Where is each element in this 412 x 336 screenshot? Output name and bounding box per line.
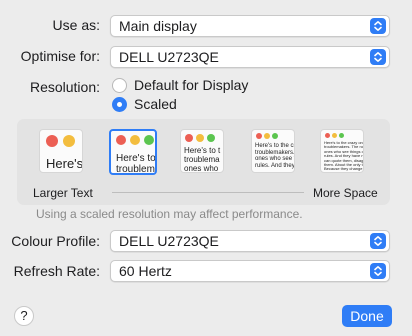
radio-default-label: Default for Display [134, 77, 249, 93]
scale-option-3[interactable]: Here's to t troublema ones who [180, 129, 224, 173]
scale-option-4[interactable]: Here's to the cr troublemakers. ones who… [251, 129, 295, 173]
colour-profile-label: Colour Profile: [11, 233, 100, 249]
scale-option-5[interactable]: Here's to the crazy one troublemakers. T… [320, 129, 364, 173]
chevron-up-down-icon [370, 263, 386, 279]
help-button[interactable]: ? [14, 306, 34, 326]
performance-hint: Using a scaled resolution may affect per… [36, 207, 303, 221]
optimise-for-value: DELL U2723QE [119, 49, 219, 65]
use-as-popup[interactable]: Main display [110, 15, 390, 37]
done-button[interactable]: Done [342, 305, 392, 327]
radio-default-for-display[interactable]: Default for Display [112, 77, 248, 93]
question-icon: ? [20, 308, 28, 323]
scale-option-text: Here's to troublem [116, 153, 156, 175]
use-as-label: Use as: [52, 17, 100, 33]
chevron-up-down-icon [370, 233, 386, 249]
use-as-value: Main display [119, 18, 197, 34]
more-space-label: More Space [313, 186, 378, 200]
scale-option-text: Here's to the cr troublemakers. ones who… [255, 143, 295, 169]
scale-option-text: Here's [46, 156, 83, 171]
scale-slider-track [112, 192, 304, 193]
scale-option-text: Here's to t troublema ones who [184, 146, 221, 173]
optimise-for-popup[interactable]: DELL U2723QE [110, 46, 390, 68]
larger-text-label: Larger Text [33, 186, 93, 200]
radio-scaled[interactable]: Scaled [112, 96, 177, 112]
refresh-rate-label: Refresh Rate: [13, 263, 100, 279]
radio-button[interactable] [112, 77, 127, 93]
radio-button-selected[interactable] [112, 96, 127, 112]
refresh-rate-popup[interactable]: 60 Hertz [110, 260, 390, 282]
colour-profile-popup[interactable]: DELL U2723QE [110, 230, 390, 252]
radio-scaled-label: Scaled [134, 96, 177, 112]
scale-option-1[interactable]: Here's [39, 129, 83, 173]
scale-option-2-selected[interactable]: Here's to troublem [109, 129, 157, 175]
chevron-up-down-icon [370, 18, 386, 34]
chevron-up-down-icon [370, 49, 386, 65]
resolution-label: Resolution: [29, 79, 100, 95]
optimise-for-label: Optimise for: [20, 48, 100, 64]
colour-profile-value: DELL U2723QE [119, 233, 219, 249]
refresh-rate-value: 60 Hertz [119, 263, 172, 279]
display-settings-panel: Use as: Main display Optimise for: DELL … [0, 0, 412, 336]
scale-option-text: Here's to the crazy one troublemakers. T… [324, 140, 364, 172]
